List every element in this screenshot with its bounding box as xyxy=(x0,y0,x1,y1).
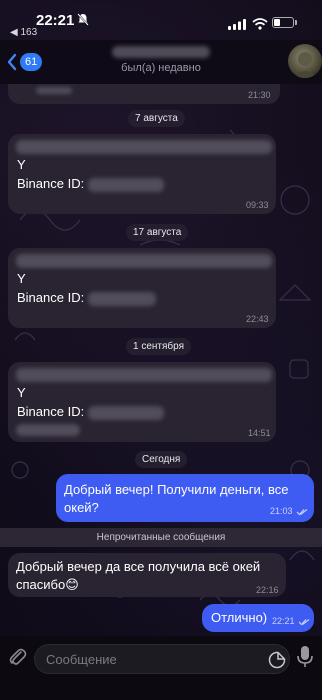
avatar-image xyxy=(293,52,317,78)
message-bubble-incoming[interactable]: Y Binance ID: 14:51 xyxy=(8,362,276,442)
battery-tip xyxy=(295,20,297,25)
message-time: 21:03 xyxy=(270,506,293,516)
message-bubble-outgoing[interactable]: Отлично) 22:21 xyxy=(202,604,314,632)
redacted-text xyxy=(16,424,80,436)
redacted-binance-id xyxy=(88,406,164,420)
message-line: Y xyxy=(17,157,26,172)
unread-messages-separator: Непрочитанные сообщения xyxy=(0,528,322,547)
message-line: Добрый вечер да все получила всё окей xyxy=(16,559,261,574)
message-input[interactable]: Сообщение xyxy=(34,644,290,674)
message-line: Binance ID: xyxy=(17,404,85,419)
redacted-text xyxy=(16,368,272,382)
status-time: 22:21 xyxy=(36,12,75,29)
read-checkmarks-icon xyxy=(296,509,308,516)
message-line: окей? xyxy=(64,500,99,515)
contact-avatar[interactable] xyxy=(288,44,322,78)
contact-status: был(а) недавно xyxy=(121,62,201,74)
date-separator: 17 августа xyxy=(126,224,189,241)
message-time: 22:16 xyxy=(256,585,279,595)
message-time: 22:21 xyxy=(272,616,295,626)
redacted-binance-id xyxy=(88,178,164,192)
message-line: Binance ID: xyxy=(17,290,85,305)
message-time: 14:51 xyxy=(248,428,271,438)
redacted-text xyxy=(16,254,272,268)
redacted-text xyxy=(16,140,272,154)
back-to-app-link[interactable]: ◀ 163 xyxy=(10,27,37,38)
contact-name-redacted[interactable] xyxy=(112,46,210,58)
sticker-icon[interactable] xyxy=(268,651,286,669)
paperclip-icon[interactable] xyxy=(7,646,27,668)
cellular-signal-icon xyxy=(228,19,246,30)
date-separator: 1 сентября xyxy=(126,338,192,355)
message-composer: Сообщение xyxy=(0,636,322,700)
date-separator: 7 августа xyxy=(128,110,185,127)
message-line: Y xyxy=(17,271,26,286)
message-time: 22:43 xyxy=(246,314,269,324)
message-bubble-incoming[interactable]: 21:30 xyxy=(8,84,280,104)
date-separator: Сегодня xyxy=(135,451,188,468)
microphone-icon[interactable] xyxy=(296,645,314,669)
chat-header: 61 был(а) недавно xyxy=(0,40,322,84)
message-line: Binance ID: xyxy=(17,176,85,191)
message-input-placeholder: Сообщение xyxy=(46,652,117,667)
wifi-icon xyxy=(252,18,268,30)
battery-icon xyxy=(272,17,294,28)
bell-muted-icon xyxy=(77,13,89,26)
message-bubble-incoming[interactable]: Y Binance ID: 09:33 xyxy=(8,134,276,214)
message-line: Отлично) xyxy=(211,610,268,625)
message-line: спасибо😊 xyxy=(16,577,79,592)
message-bubble-incoming[interactable]: Y Binance ID: 22:43 xyxy=(8,248,276,328)
redacted-binance-id xyxy=(88,292,156,306)
message-time: 21:30 xyxy=(248,90,271,100)
sent-checkmarks-icon xyxy=(298,619,310,626)
status-bar: 22:21 ◀ 163 xyxy=(0,0,322,40)
message-time: 09:33 xyxy=(246,200,269,210)
redacted-text xyxy=(36,87,72,94)
message-bubble-incoming[interactable]: Добрый вечер да все получила всё окей сп… xyxy=(8,553,286,597)
message-bubble-outgoing[interactable]: Добрый вечер! Получили деньги, все окей?… xyxy=(56,474,314,522)
message-line: Добрый вечер! Получили деньги, все xyxy=(64,482,289,497)
message-line: Y xyxy=(17,385,26,400)
